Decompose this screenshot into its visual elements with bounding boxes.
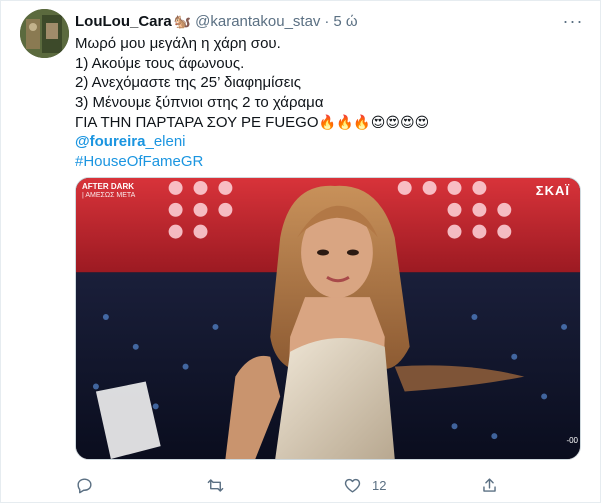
separator-dot: · bbox=[324, 12, 330, 30]
tweet-line: ΓΙΑ ΤΗΝ ΠΑΡΤΑΡΑ ΣΟΥ ΡΕ FUEGO🔥🔥🔥😍😍😍😍 bbox=[75, 113, 575, 133]
mention-rest: _eleni bbox=[145, 133, 186, 151]
tweet-line: 1) Ακούμε τους άφωνους. bbox=[75, 54, 245, 72]
media-image[interactable]: AFTER DARK | ΑΜΕΣΩΣ ΜΕΤΑ ΣΚΑΪ -00 bbox=[75, 177, 581, 460]
squirrel-emoji: 🐿️ bbox=[173, 12, 192, 29]
tweet-line: Μωρό μου μεγάλη η χάρη σου. bbox=[75, 35, 281, 52]
tweet-text: Μωρό μου μεγάλη η χάρη σου. 1) Ακούμε το… bbox=[75, 34, 575, 172]
share-icon bbox=[483, 477, 496, 492]
retweet-icon bbox=[207, 478, 224, 492]
hashtag-link[interactable]: #HouseOfFameGR bbox=[75, 152, 575, 172]
reply-icon bbox=[77, 477, 92, 493]
mention-bold: @foureira bbox=[75, 133, 146, 151]
channel-logo: ΣΚΑΪ bbox=[535, 183, 570, 198]
corner-text: -00 bbox=[566, 436, 578, 445]
fire-heart-eyes-emojis: 🔥🔥🔥😍😍😍😍 bbox=[318, 113, 430, 130]
show-ticker: AFTER DARK | ΑΜΕΣΩΣ ΜΕΤΑ bbox=[82, 182, 135, 200]
heart-icon bbox=[344, 478, 361, 493]
like-count: 12 bbox=[372, 477, 387, 493]
tweet-line: 2) Ανεχόμαστε της 25’ διαφημίσεις bbox=[75, 74, 301, 92]
reply-button[interactable] bbox=[75, 473, 94, 497]
display-name[interactable]: LouLou_Cara bbox=[75, 13, 172, 30]
tv-still-image bbox=[76, 178, 580, 459]
tweet-line: 3) Μένουμε ξύπνιοι στης 2 το χάραμα bbox=[75, 94, 324, 112]
retweet-button[interactable] bbox=[206, 473, 225, 497]
avatar-image bbox=[20, 9, 69, 58]
user-handle[interactable]: @karantakou_stav bbox=[195, 13, 320, 30]
tweet-actions: 12 bbox=[75, 473, 581, 497]
ticker-subtitle: | ΑΜΕΣΩΣ ΜΕΤΑ bbox=[82, 192, 136, 199]
timestamp[interactable]: 5 ώ bbox=[333, 13, 357, 30]
share-button[interactable] bbox=[480, 473, 499, 497]
like-button[interactable]: 12 bbox=[343, 473, 386, 497]
avatar[interactable] bbox=[20, 9, 69, 58]
more-options-icon[interactable]: ··· bbox=[561, 9, 585, 33]
tweet-card[interactable]: LouLou_Cara 🐿️ @karantakou_stav · 5 ώ ··… bbox=[0, 0, 601, 503]
tweet-header: LouLou_Cara 🐿️ @karantakou_stav · 5 ώ bbox=[75, 11, 358, 31]
mention-link[interactable]: @foureira_eleni bbox=[75, 132, 575, 152]
ticker-title: AFTER DARK bbox=[82, 182, 134, 191]
shout-text: ΓΙΑ ΤΗΝ ΠΑΡΤΑΡΑ ΣΟΥ ΡΕ FUEGO bbox=[75, 113, 319, 131]
